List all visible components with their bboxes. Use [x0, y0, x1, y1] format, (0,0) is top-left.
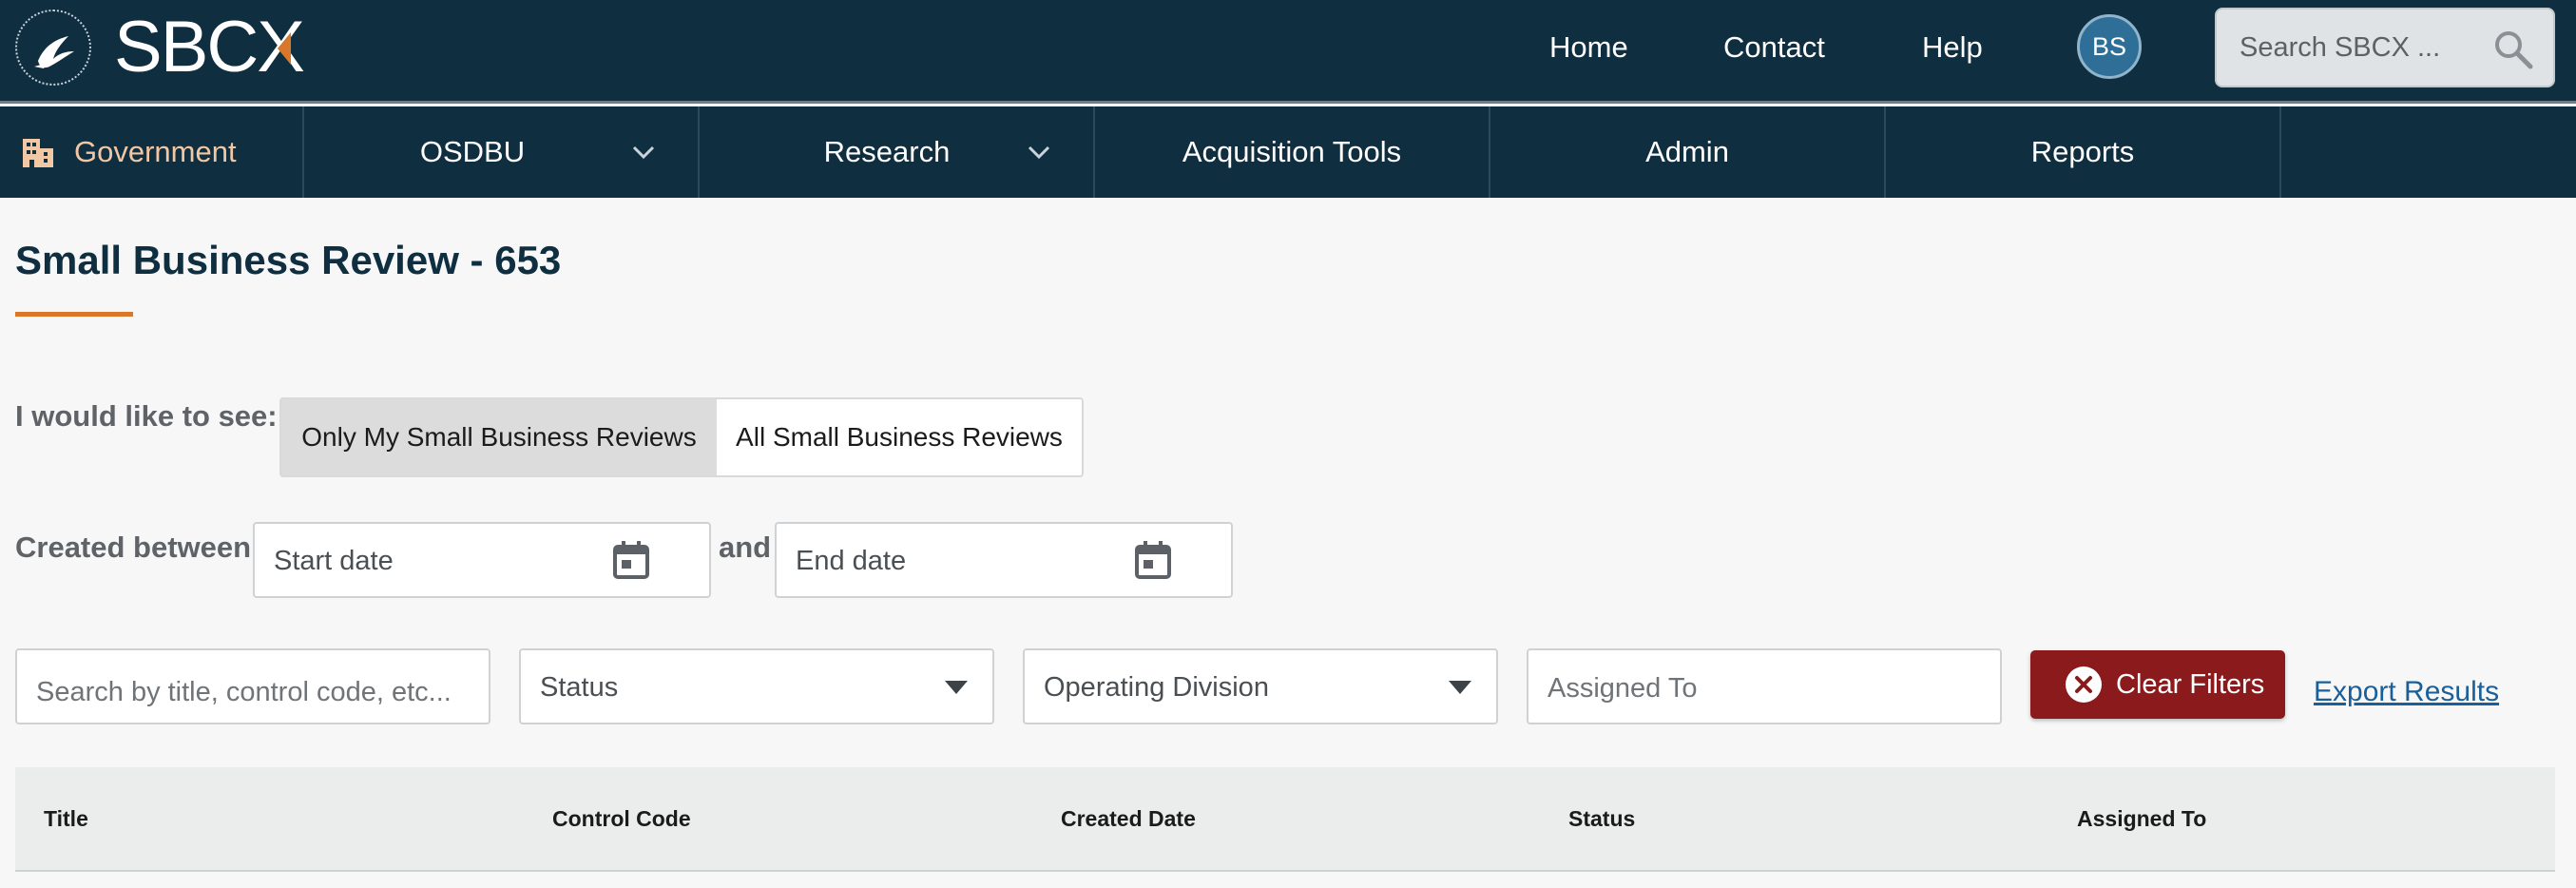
- operating-division-select[interactable]: Operating Division: [1023, 648, 1498, 724]
- nav-admin[interactable]: Admin: [1490, 106, 1886, 198]
- title-underline: [15, 312, 133, 317]
- view-toggle-label: I would like to see:: [15, 399, 278, 433]
- view-toggle: Only My Small Business Reviews All Small…: [279, 397, 1084, 477]
- column-header-control-code[interactable]: Control Code: [552, 801, 691, 836]
- clear-filters-label: Clear Filters: [2116, 668, 2265, 700]
- keyword-search-input[interactable]: [36, 671, 464, 713]
- keyword-search-field: [15, 648, 490, 724]
- column-header-assigned-to[interactable]: Assigned To: [2077, 801, 2206, 836]
- start-date-field: [253, 522, 711, 598]
- start-date-input[interactable]: [274, 541, 616, 581]
- status-select[interactable]: Status: [519, 648, 994, 724]
- nav-research[interactable]: Research: [700, 106, 1095, 198]
- nav-government[interactable]: Government: [0, 106, 304, 198]
- caret-down-icon: [945, 681, 968, 694]
- close-circle-icon: [2066, 666, 2102, 703]
- toggle-all-reviews[interactable]: All Small Business Reviews: [717, 399, 1082, 475]
- hhs-seal-logo[interactable]: [15, 10, 91, 86]
- column-header-status[interactable]: Status: [1568, 801, 1635, 836]
- global-search: [2215, 8, 2555, 87]
- main-nav: Government OSDBU Research Acquisition To…: [0, 106, 2576, 198]
- brand-mark-icon: [278, 32, 291, 65]
- top-header: SBCX Home Contact Help BS: [0, 0, 2576, 104]
- end-date-field: [775, 522, 1233, 598]
- nav-reports[interactable]: Reports: [1886, 106, 2281, 198]
- assigned-to-field: [1527, 648, 2002, 724]
- end-date-input[interactable]: [796, 541, 1138, 581]
- toggle-only-my-reviews[interactable]: Only My Small Business Reviews: [281, 399, 717, 475]
- nav-home-link[interactable]: Home: [1549, 29, 1628, 67]
- calendar-icon[interactable]: [612, 541, 650, 581]
- date-filter-label: Created between:: [15, 531, 261, 564]
- nav-contact-link[interactable]: Contact: [1723, 29, 1825, 67]
- caret-down-icon: [1449, 681, 1471, 694]
- nav-acquisition-tools[interactable]: Acquisition Tools: [1095, 106, 1490, 198]
- assigned-to-input[interactable]: [1548, 667, 1975, 709]
- calendar-icon[interactable]: [1134, 541, 1172, 581]
- global-search-input[interactable]: [2240, 27, 2477, 68]
- building-icon: [23, 139, 53, 167]
- search-icon[interactable]: [2492, 29, 2534, 70]
- nav-research-label: Research: [823, 135, 951, 168]
- results-table-header: Title Control Code Created Date Status A…: [15, 767, 2555, 872]
- eagle-icon: [34, 36, 74, 68]
- export-results-link[interactable]: Export Results: [2314, 673, 2499, 711]
- status-select-label: Status: [540, 672, 619, 703]
- brand-name[interactable]: SBCX: [114, 8, 305, 87]
- page-title: Small Business Review - 653: [15, 238, 562, 282]
- nav-government-label: Government: [74, 135, 237, 168]
- user-avatar[interactable]: BS: [2077, 14, 2142, 79]
- chevron-down-icon: [632, 145, 655, 160]
- clear-filters-button[interactable]: Clear Filters: [2030, 650, 2285, 719]
- nav-osdbu[interactable]: OSDBU: [304, 106, 700, 198]
- nav-reports-label: Reports: [2030, 135, 2135, 168]
- column-header-title[interactable]: Title: [44, 801, 88, 836]
- nav-help-link[interactable]: Help: [1922, 29, 1983, 67]
- nav-osdbu-label: OSDBU: [419, 135, 526, 168]
- column-header-created-date[interactable]: Created Date: [1061, 801, 1196, 836]
- date-joiner: and: [719, 531, 772, 564]
- nav-admin-label: Admin: [1645, 135, 1729, 168]
- nav-acquisition-tools-label: Acquisition Tools: [1182, 135, 1402, 168]
- operating-division-label: Operating Division: [1044, 672, 1269, 703]
- chevron-down-icon: [1028, 145, 1050, 160]
